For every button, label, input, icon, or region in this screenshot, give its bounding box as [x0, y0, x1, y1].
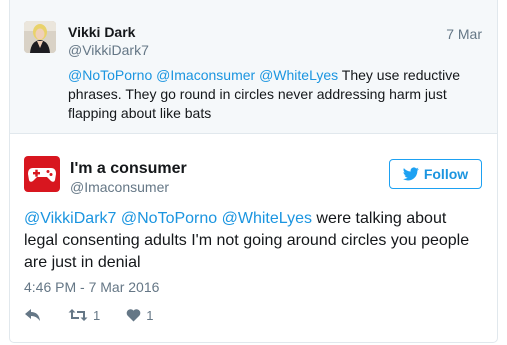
- mention-link[interactable]: @NoToPorno: [121, 210, 217, 227]
- tweet-body-line1: were talking about: [316, 210, 447, 227]
- retweet-icon: [68, 309, 88, 321]
- parent-date[interactable]: 7 Mar: [446, 26, 482, 42]
- heart-icon: [126, 309, 141, 322]
- mention-link[interactable]: @WhiteLyes: [259, 67, 338, 83]
- retweet-count: 1: [93, 307, 101, 323]
- tweet-embed-card: Vikki Dark @VikkiDark7 7 Mar @NoToPorno …: [9, 0, 498, 343]
- reply-button[interactable]: [24, 308, 42, 322]
- vikki-avatar[interactable]: [24, 21, 56, 53]
- tweet-body-rest: legal consenting adults I'm not going ar…: [24, 232, 470, 271]
- twitter-bird-icon: [402, 167, 419, 181]
- parent-author-name[interactable]: Vikki Dark: [68, 24, 135, 40]
- author-handle[interactable]: @Imaconsumer: [70, 179, 169, 195]
- follow-label: Follow: [423, 166, 469, 182]
- gamepad-icon: [28, 168, 56, 182]
- retweet-button[interactable]: 1: [68, 308, 100, 323]
- tweet-text: @VikkiDark7 @NoToPorno @WhiteLyes were t…: [24, 208, 489, 274]
- reply-icon: [25, 309, 40, 321]
- tweet-actions: 1 1: [24, 306, 153, 324]
- like-count: 1: [146, 307, 154, 323]
- parent-tweet[interactable]: Vikki Dark @VikkiDark7 7 Mar @NoToPorno …: [10, 0, 497, 134]
- mention-link[interactable]: @Imaconsumer: [156, 67, 255, 83]
- follow-button[interactable]: Follow: [389, 159, 482, 189]
- mention-link[interactable]: @WhiteLyes: [222, 210, 312, 227]
- imaconsumer-avatar[interactable]: [24, 156, 60, 192]
- tweet-timestamp[interactable]: 4:46 PM - 7 Mar 2016: [24, 279, 159, 295]
- mention-link[interactable]: @VikkiDark7: [24, 210, 116, 227]
- like-button[interactable]: 1: [126, 308, 153, 323]
- person-photo-icon: [24, 21, 56, 53]
- mention-link[interactable]: @NoToPorno: [68, 67, 152, 83]
- author-name[interactable]: I'm a consumer: [70, 160, 187, 178]
- parent-author-handle[interactable]: @VikkiDark7: [68, 42, 149, 58]
- parent-tweet-text: @NoToPorno @Imaconsumer @WhiteLyes They …: [68, 66, 478, 123]
